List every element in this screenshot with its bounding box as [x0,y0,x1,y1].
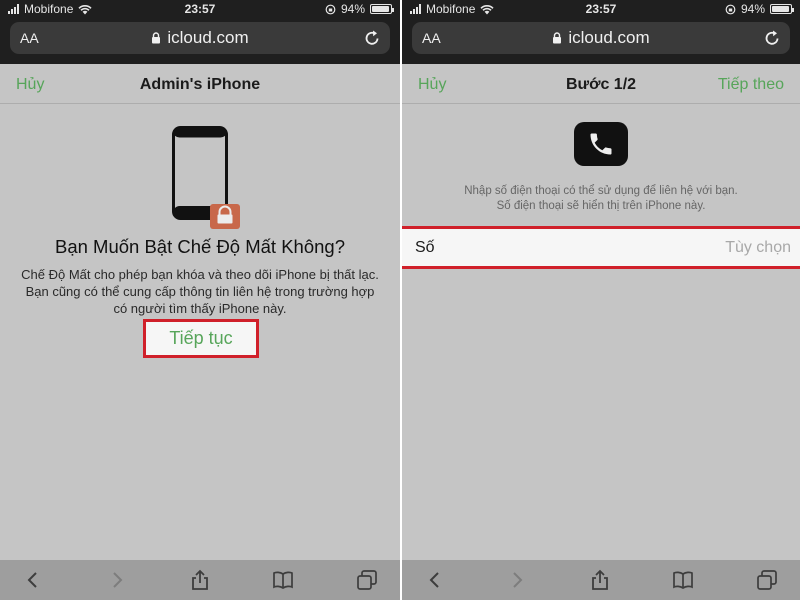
tabs-icon[interactable] [756,569,778,591]
bookmarks-icon[interactable] [672,569,694,591]
browser-toolbar [0,560,400,600]
next-button[interactable]: Tiếp theo [718,76,784,94]
url-domain: icloud.com [167,28,249,47]
address-bar[interactable]: AA icloud.com [412,22,790,54]
phone-icon [574,122,628,166]
battery-icon [770,4,794,14]
lock-icon [152,32,161,44]
bookmarks-icon[interactable] [272,569,294,591]
share-icon[interactable] [589,569,611,591]
phone-number-input[interactable] [461,235,791,261]
battery-icon [370,4,394,14]
address-bar[interactable]: AA icloud.com [10,22,390,54]
page-title: Admin's iPhone [139,76,261,93]
status-bar: Mobifone 23:57 94% [0,0,400,18]
divider [0,103,400,104]
phone-lock-icon [172,126,240,229]
lost-mode-screen: Mobifone 23:57 94% AA icloud.com Hủy Adm… [0,0,400,600]
lost-mode-heading: Bạn Muốn Bật Chế Độ Mất Không? [54,236,345,257]
browser-address-area: AA icloud.com [402,18,800,64]
browser-toolbar [402,560,800,600]
forward-icon[interactable] [506,569,528,591]
reload-icon[interactable] [762,28,782,48]
back-icon[interactable] [22,569,44,591]
contact-number-screen: Mobifone 23:57 94% AA icloud.com Hủy Bướ… [402,0,800,600]
phone-number-field[interactable]: Số [402,226,800,269]
battery-percent: 94% [340,2,365,16]
nav-bar: Hủy Admin's iPhone [0,64,400,104]
phone-number-label: Số [415,239,435,256]
phone-hint: Nhập số điện thoại có thể sử dụng để liê… [464,185,738,212]
orientation-lock-icon [725,4,736,14]
lock-icon [553,32,562,44]
share-icon[interactable] [189,569,211,591]
battery-percent: 94% [740,2,765,16]
back-icon[interactable] [424,569,446,591]
divider [402,103,800,104]
reload-icon[interactable] [362,28,382,48]
orientation-lock-icon [325,4,336,14]
url-domain: icloud.com [568,28,650,47]
tabs-icon[interactable] [356,569,378,591]
lost-mode-description: Chế Độ Mất cho phép bạn khóa và theo dõi… [21,267,379,316]
nav-bar: Hủy Bước 1/2 Tiếp theo [402,64,800,104]
continue-button[interactable]: Tiếp tục [143,319,259,358]
browser-address-area: AA icloud.com [0,18,400,64]
status-bar: Mobifone 23:57 94% [402,0,800,18]
forward-icon[interactable] [106,569,128,591]
